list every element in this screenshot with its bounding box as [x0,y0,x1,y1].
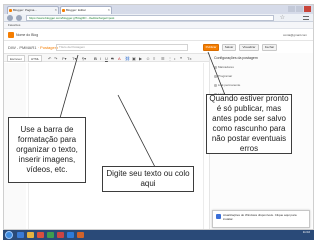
image-icon[interactable]: ▣ [132,56,136,61]
settings-title: Configurações da postagem [214,56,258,60]
taskbar-clock[interactable]: 11:02 [303,230,310,235]
link-icon [214,84,217,87]
browser-tab-bar: Blogger: Pagina... × Blogger: Editar × [4,5,313,14]
blogger-header: Nome do Blog conta@gmail.com [4,29,313,41]
url-field[interactable]: https://www.blogger.com/blogger.g?blogID… [26,15,274,21]
window-controls [288,6,311,12]
browser-tab[interactable]: Blogger: Pagina... × [7,6,59,14]
italic-icon[interactable]: I [100,56,101,61]
tab-label: Blogger: Pagina... [13,8,37,12]
callout-toolbar: Use a barra de formatação para organizar… [8,117,86,183]
close-window-button[interactable] [304,6,311,12]
maximize-button[interactable] [296,6,303,12]
blogger-logo-icon [8,32,14,38]
bold-icon[interactable]: B [94,56,97,61]
jump-break-icon[interactable]: ≡ [153,56,155,61]
windows-update-icon [216,214,221,219]
powerpoint-icon[interactable] [77,232,84,238]
blog-name[interactable]: Nome do Blog [16,32,38,38]
app-icon[interactable] [47,232,54,238]
address-bar-row: https://www.blogger.com/blogger.g?blogID… [4,14,313,22]
undo-icon[interactable]: ↶ [48,56,51,61]
bullet-list-icon[interactable]: • [174,56,175,61]
windows-taskbar: 11:02 [3,230,314,240]
forward-icon[interactable] [16,15,22,21]
settings-item-schedule[interactable]: Programar [218,74,232,78]
chrome-icon[interactable] [37,232,44,238]
breadcrumb-blog[interactable]: DIW - PMMAR1 [8,45,36,50]
bookmark-star-icon[interactable]: ☆ [280,14,285,22]
account-label[interactable]: conta@gmail.com [283,32,307,38]
heading-icon[interactable]: ¶▾ [82,56,86,61]
minimize-button[interactable] [288,6,295,12]
word-icon[interactable] [67,232,74,238]
notification-text: Atualizações do Windows disponíveis. Cli… [223,213,297,221]
clock-time: 11:02 [302,230,310,234]
settings-item-permalink[interactable]: Link permanente [218,83,240,87]
preview-button[interactable]: Visualizar [239,44,259,51]
text-color-icon[interactable]: A [118,56,121,61]
bookmarks-bar: Favoritos [4,22,313,29]
close-icon[interactable]: × [108,7,110,13]
compose-mode-tab[interactable]: Escrever [7,55,25,62]
font-size-icon[interactable]: T▾ [72,56,76,61]
font-icon[interactable]: F▾ [62,56,66,61]
back-icon[interactable] [7,15,13,21]
formatting-toolbar: Escrever HTML ↶ ↷ F▾ T▾ ¶▾ B I U S A ⛓ ▣… [4,53,209,62]
breadcrumb-separator: · [37,45,39,50]
browser-menu-icon[interactable] [303,16,309,20]
save-button[interactable]: Salvar [222,44,236,51]
start-button[interactable] [5,231,13,239]
blogger-icon [9,9,12,12]
tab-label: Blogger: Editar [66,8,86,12]
emoji-icon[interactable]: ☺ [146,56,150,61]
clear-format-icon[interactable]: Tx [187,56,191,61]
redo-icon[interactable]: ↷ [54,56,57,61]
publish-button[interactable]: Publicar [203,44,219,51]
close-icon[interactable]: × [55,7,57,13]
ie-icon[interactable] [17,232,24,238]
close-button[interactable]: Fechar [262,44,277,51]
post-title-input[interactable]: Título da Postagem [56,44,188,51]
folder-icon[interactable] [27,232,34,238]
quote-icon[interactable]: ❝ [180,56,182,61]
blogger-icon [62,9,65,12]
numbered-list-icon[interactable]: ⋮ [168,56,172,61]
strikethrough-icon[interactable]: S [111,56,114,61]
underline-icon[interactable]: U [105,56,108,61]
bookmark-item[interactable]: Favoritos [8,23,20,28]
notification-bubble[interactable]: Atualizações do Windows disponíveis. Cli… [212,210,310,228]
label-icon [214,66,217,69]
video-icon[interactable]: ▶ [139,56,142,61]
browser-tab-active[interactable]: Blogger: Editar × [60,6,112,14]
post-title-row: DIW - PMMAR1 · Postagem Título da Postag… [4,42,313,53]
settings-item-labels[interactable]: Marcadores [218,65,234,69]
breadcrumb: DIW - PMMAR1 · Postagem [8,44,58,51]
link-icon[interactable]: ⛓ [125,56,130,61]
app-icon[interactable] [57,232,64,238]
clock-icon [214,75,217,78]
align-icon[interactable]: ☰ [161,56,165,61]
callout-text-area: Digite seu texto ou colo aqui [102,166,194,192]
callout-publish: Quando estiver pronto é só publicar, mas… [206,94,292,154]
html-mode-tab[interactable]: HTML [28,55,43,62]
